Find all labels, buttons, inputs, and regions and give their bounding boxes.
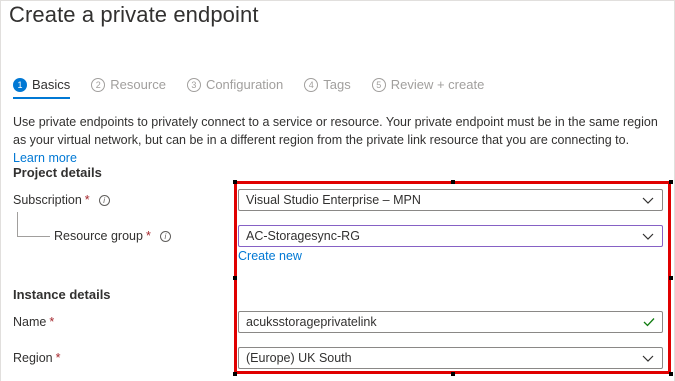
selection-handle xyxy=(669,372,673,376)
required-marker: * xyxy=(55,351,61,365)
region-select[interactable]: (Europe) UK South xyxy=(238,347,663,369)
left-border xyxy=(0,0,1,381)
required-marker: * xyxy=(84,193,90,207)
name-value: acuksstorageprivatelink xyxy=(246,315,377,329)
resource-group-select[interactable]: AC-Storagesync-RG xyxy=(238,225,663,247)
selection-handle xyxy=(233,372,237,376)
learn-more-link[interactable]: Learn more xyxy=(13,151,77,165)
region-value: (Europe) UK South xyxy=(246,351,352,365)
resource-group-value: AC-Storagesync-RG xyxy=(246,229,360,243)
chevron-down-icon xyxy=(642,233,654,240)
instance-details-heading: Instance details xyxy=(13,287,111,302)
page-description: Use private endpoints to privately conne… xyxy=(13,113,663,167)
subscription-select[interactable]: Visual Studio Enterprise – MPN xyxy=(238,189,663,211)
step-number-1: 1 xyxy=(13,77,27,92)
required-marker: * xyxy=(49,315,55,329)
region-label-text: Region xyxy=(13,351,53,365)
tab-label: Review + create xyxy=(390,77,485,92)
required-marker: * xyxy=(145,229,151,243)
subscription-label-text: Subscription xyxy=(13,193,82,207)
selection-handle xyxy=(451,372,455,376)
subscription-label: Subscription * i xyxy=(13,193,110,207)
tree-connector xyxy=(17,236,50,237)
resource-group-label-text: Resource group xyxy=(54,229,143,243)
chevron-down-icon xyxy=(642,197,654,204)
name-input[interactable]: acuksstorageprivatelink xyxy=(238,311,663,333)
region-label: Region * xyxy=(13,351,61,365)
tab-label: Configuration xyxy=(205,77,284,92)
tab-label: Tags xyxy=(323,77,351,92)
tab-review-create[interactable]: 5 Review + create xyxy=(371,77,485,92)
selection-handle xyxy=(669,180,673,184)
selection-handle xyxy=(233,180,237,184)
selection-handle xyxy=(451,180,455,184)
project-details-heading: Project details xyxy=(13,165,102,180)
selection-handle xyxy=(233,276,237,280)
tab-resource[interactable]: 2 Resource xyxy=(91,77,166,92)
info-icon[interactable]: i xyxy=(98,194,110,206)
tab-tags[interactable]: 4 Tags xyxy=(304,77,351,92)
step-number-3: 3 xyxy=(186,77,201,92)
top-border xyxy=(0,0,675,1)
resource-group-label: Resource group * i xyxy=(54,229,171,243)
selection-handle xyxy=(669,276,673,280)
description-text: Use private endpoints to privately conne… xyxy=(13,115,658,147)
page-title: Create a private endpoint xyxy=(9,2,259,27)
step-number-2: 2 xyxy=(91,77,106,92)
step-number-4: 4 xyxy=(304,77,319,92)
name-label-text: Name xyxy=(13,315,47,329)
chevron-down-icon xyxy=(642,355,654,362)
info-icon[interactable]: i xyxy=(159,230,171,242)
step-number-5: 5 xyxy=(371,77,386,92)
tree-connector xyxy=(17,212,18,236)
create-new-link[interactable]: Create new xyxy=(238,249,302,263)
tab-label: Basics xyxy=(32,77,71,92)
checkmark-icon xyxy=(643,318,655,327)
tab-configuration[interactable]: 3 Configuration xyxy=(186,77,284,92)
tab-label: Resource xyxy=(110,77,166,92)
tab-basics[interactable]: 1 Basics xyxy=(13,77,71,99)
wizard-tabs: 1 Basics 2 Resource 3 Configuration 4 Ta… xyxy=(13,77,505,99)
subscription-value: Visual Studio Enterprise – MPN xyxy=(246,193,421,207)
name-label: Name * xyxy=(13,315,54,329)
